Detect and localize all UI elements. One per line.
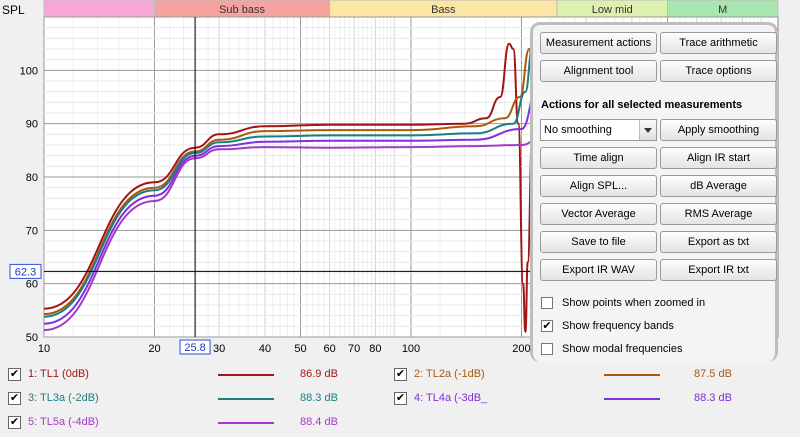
legend-item-tl2a[interactable]: ✔ 2: TL2a (-1dB) 87.5 dB — [394, 368, 794, 382]
x-tick-label: 10 — [38, 343, 50, 355]
x-tick-label: 60 — [323, 343, 335, 355]
legend-item-tl1[interactable]: ✔ 1: TL1 (0dB) 86.9 dB — [8, 368, 388, 382]
x-tick-label: 100 — [402, 343, 420, 355]
export-ir-txt-button[interactable]: Export IR txt — [660, 259, 777, 281]
x-tick-label: 70 — [348, 343, 360, 355]
legend-value: 88.4 dB — [300, 416, 338, 428]
band-label: M — [718, 4, 727, 16]
show-modal-frequencies-label: Show modal frequencies — [562, 343, 683, 355]
y-tick-label: 50 — [26, 332, 38, 344]
y-tick-label: 80 — [26, 172, 38, 184]
show-frequency-bands-label: Show frequency bands — [562, 320, 674, 332]
apply-smoothing-button[interactable]: Apply smoothing — [660, 119, 777, 141]
x-tick-label: 200 — [512, 343, 530, 355]
legend-checkbox[interactable]: ✔ — [8, 392, 21, 405]
legend-checkbox[interactable]: ✔ — [394, 368, 407, 381]
band-label: Sub bass — [219, 4, 265, 16]
legend-line — [604, 398, 660, 400]
y-tick-label: 90 — [26, 119, 38, 131]
measurement-legend: ✔ 1: TL1 (0dB) 86.9 dB ✔ 2: TL2a (-1dB) … — [0, 362, 800, 437]
cursor-y-readout: 62.3 — [15, 266, 36, 278]
export-as-txt-button[interactable]: Export as txt — [660, 231, 777, 253]
legend-value: 86.9 dB — [300, 368, 338, 380]
show-points-checkbox[interactable] — [541, 297, 553, 309]
x-tick-label: 80 — [369, 343, 381, 355]
legend-value: 88.3 dB — [694, 392, 732, 404]
legend-name: 3: TL3a (-2dB) — [28, 392, 99, 404]
align-ir-start-button[interactable]: Align IR start — [660, 147, 777, 169]
measurement-actions-button[interactable]: Measurement actions — [540, 32, 657, 54]
legend-checkbox[interactable]: ✔ — [8, 368, 21, 381]
band-label: Bass — [431, 4, 456, 16]
legend-value: 87.5 dB — [694, 368, 732, 380]
x-tick-label: 50 — [294, 343, 306, 355]
legend-item-tl4a[interactable]: ✔ 4: TL4a (-3dB_ 88.3 dB — [394, 392, 794, 406]
x-tick-label: 30 — [213, 343, 225, 355]
measurement-panel: Measurement actions Trace arithmetic Ali… — [530, 22, 778, 362]
rms-average-button[interactable]: RMS Average — [660, 203, 777, 225]
cursor-x-readout: 25.8 — [184, 342, 205, 354]
legend-name: 1: TL1 (0dB) — [28, 368, 89, 380]
y-tick-label: 100 — [20, 65, 38, 77]
frequency-bands: Sub bass Bass Low mid M — [43, 0, 779, 18]
y-tick-label: 60 — [26, 279, 38, 291]
align-spl-button[interactable]: Align SPL... — [540, 175, 657, 197]
legend-line — [604, 374, 660, 376]
legend-name: 2: TL2a (-1dB) — [414, 368, 485, 380]
chevron-down-icon[interactable] — [639, 120, 656, 140]
x-tick-label: 20 — [148, 343, 160, 355]
legend-name: 5: TL5a (-4dB) — [28, 416, 99, 428]
time-align-button[interactable]: Time align — [540, 147, 657, 169]
legend-line — [218, 374, 274, 376]
show-modal-frequencies-checkbox[interactable] — [541, 343, 553, 355]
band-0 — [43, 0, 155, 18]
legend-checkbox[interactable]: ✔ — [8, 416, 21, 429]
trace-options-button[interactable]: Trace options — [660, 60, 777, 82]
legend-name: 4: TL4a (-3dB_ — [414, 392, 488, 404]
legend-item-tl3a[interactable]: ✔ 3: TL3a (-2dB) 88.3 dB — [8, 392, 388, 406]
show-points-label: Show points when zoomed in — [562, 297, 706, 309]
legend-item-tl5a[interactable]: ✔ 5: TL5a (-4dB) 88.4 dB — [8, 416, 388, 430]
section-title: Actions for all selected measurements — [541, 99, 743, 111]
y-tick-label: 70 — [26, 225, 38, 237]
legend-checkbox[interactable]: ✔ — [394, 392, 407, 405]
save-to-file-button[interactable]: Save to file — [540, 231, 657, 253]
db-average-button[interactable]: dB Average — [660, 175, 777, 197]
legend-line — [218, 398, 274, 400]
band-label: Low mid — [592, 4, 633, 16]
show-frequency-bands-checkbox[interactable]: ✔ — [541, 320, 553, 332]
trace-arithmetic-button[interactable]: Trace arithmetic — [660, 32, 777, 54]
x-tick-label: 40 — [259, 343, 271, 355]
export-ir-wav-button[interactable]: Export IR WAV — [540, 259, 657, 281]
smoothing-value: No smoothing — [544, 124, 612, 136]
vector-average-button[interactable]: Vector Average — [540, 203, 657, 225]
alignment-tool-button[interactable]: Alignment tool — [540, 60, 657, 82]
legend-line — [218, 422, 274, 424]
legend-value: 88.3 dB — [300, 392, 338, 404]
y-axis-title: SPL — [2, 3, 25, 17]
smoothing-select[interactable]: No smoothing — [540, 119, 657, 141]
